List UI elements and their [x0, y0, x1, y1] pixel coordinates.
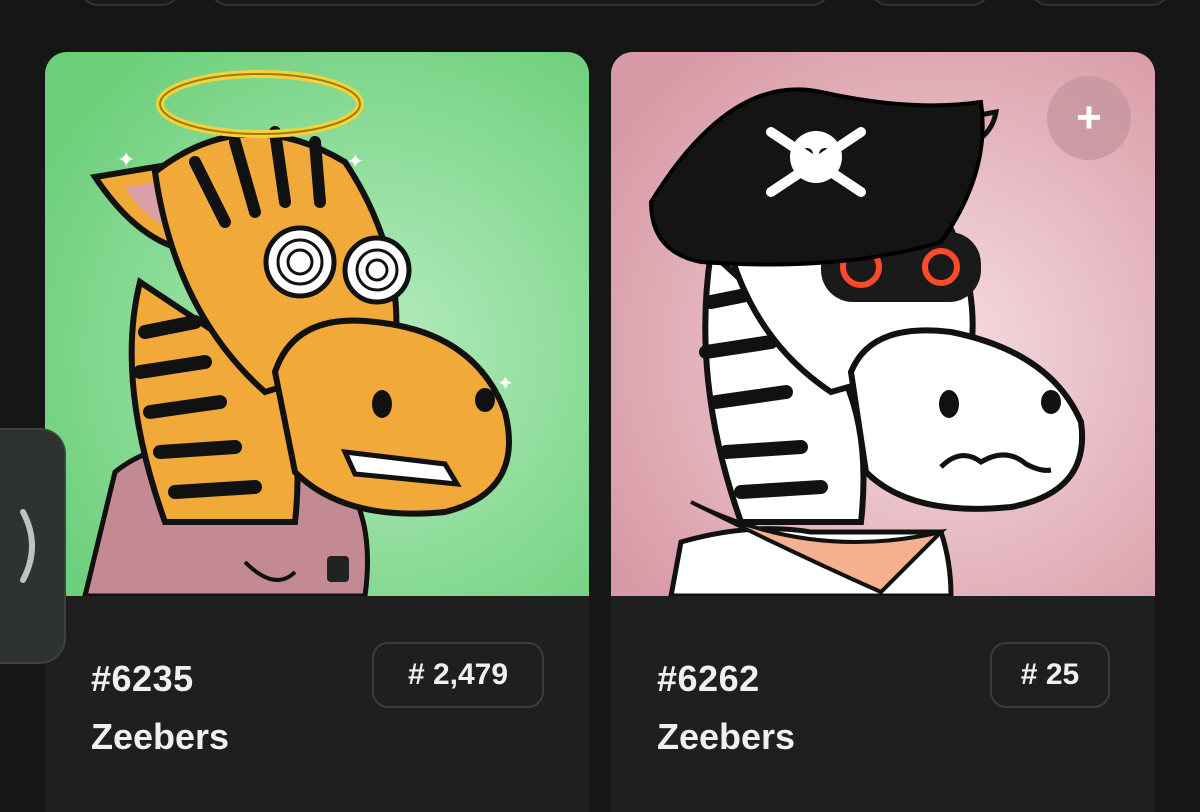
nft-card[interactable]: + #6262 Zeebers # 25 [611, 52, 1155, 812]
collection-name: Zeebers [91, 716, 230, 757]
add-button[interactable]: + [1047, 76, 1131, 160]
svg-text:✦: ✦ [347, 151, 364, 173]
nft-image: ✦ ✦ ✦ [45, 52, 589, 596]
token-id: #6262 [657, 658, 760, 699]
toolbar-pill-right-1[interactable] [870, 0, 990, 6]
chevron-right-icon [20, 509, 35, 583]
nft-card[interactable]: ✦ ✦ ✦ #6235 Zeebers # 2,479 [45, 52, 589, 812]
token-id: #6235 [91, 658, 194, 699]
search-bar[interactable] [210, 0, 830, 6]
toolbar-pill-left[interactable] [80, 0, 180, 6]
svg-text:✦: ✦ [497, 373, 514, 395]
toolbar-pill-right-2[interactable] [1030, 0, 1170, 6]
collection-name: Zeebers [657, 716, 796, 757]
svg-text:✦: ✦ [117, 147, 135, 172]
zebra-artwork: ✦ ✦ ✦ [45, 52, 589, 596]
sidebar-expand-tab[interactable] [0, 428, 66, 664]
rank-badge: # 25 [990, 642, 1110, 708]
rank-badge: # 2,479 [372, 642, 544, 708]
